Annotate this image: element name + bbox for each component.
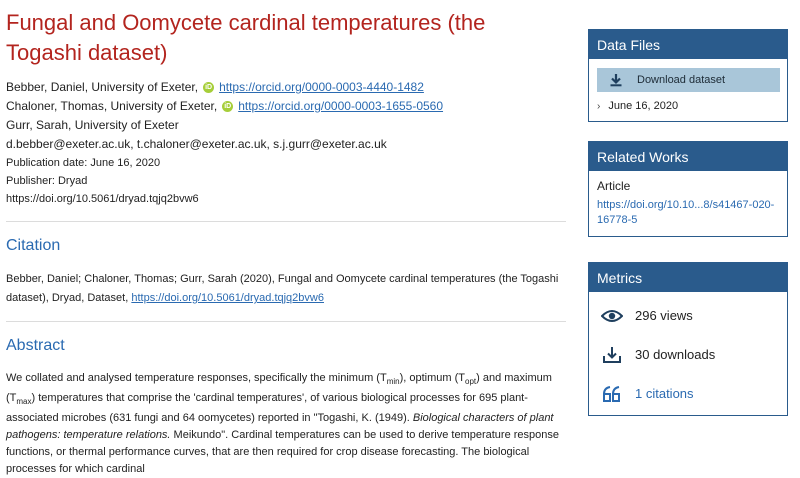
- author-row: Bebber, Daniel, University of Exeter, iD…: [6, 78, 566, 97]
- metrics-panel: Metrics 296 views 30 downloads 1 citatio…: [588, 262, 788, 416]
- orcid-link[interactable]: https://orcid.org/0000-0003-4440-1482: [219, 78, 424, 97]
- author-name: Chaloner, Thomas, University of Exeter,: [6, 99, 218, 113]
- author-name: Gurr, Sarah, University of Exeter: [6, 118, 179, 132]
- related-works-panel: Related Works Article https://doi.org/10…: [588, 141, 788, 237]
- download-icon: [610, 74, 622, 87]
- publication-date: Publication date: June 16, 2020: [6, 157, 161, 169]
- citation-text: Bebber, Daniel; Chaloner, Thomas; Gurr, …: [6, 270, 566, 308]
- author-row: Gurr, Sarah, University of Exeter: [6, 116, 566, 135]
- downloads-count: 30 downloads: [635, 347, 716, 362]
- chevron-right-icon: ›: [597, 100, 601, 112]
- data-files-panel: Data Files Download dataset › June 16, 2…: [588, 29, 788, 122]
- orcid-icon: iD: [203, 82, 215, 93]
- download-dataset-button[interactable]: Download dataset: [597, 68, 780, 92]
- views-metric: 296 views: [589, 296, 787, 335]
- citation-doi-link[interactable]: https://doi.org/10.5061/dryad.tqjq2bvw6: [131, 292, 324, 304]
- views-count: 296 views: [635, 308, 693, 323]
- dataset-doi: https://doi.org/10.5061/dryad.tqjq2bvw6: [6, 193, 199, 205]
- author-name: Bebber, Daniel, University of Exeter,: [6, 80, 199, 94]
- version-date: June 16, 2020: [608, 100, 679, 112]
- downloads-metric: 30 downloads: [589, 335, 787, 374]
- divider: [6, 221, 566, 222]
- author-emails: d.bebber@exeter.ac.uk, t.chaloner@exeter…: [6, 137, 387, 151]
- download-tray-icon: [601, 346, 623, 364]
- author-row: Chaloner, Thomas, University of Exeter, …: [6, 97, 566, 116]
- data-files-heading: Data Files: [589, 30, 787, 59]
- abstract-text: We collated and analysed temperature res…: [6, 372, 560, 476]
- page-title: Fungal and Oomycete cardinal temperature…: [6, 10, 486, 65]
- main-content: Fungal and Oomycete cardinal temperature…: [6, 0, 566, 478]
- related-works-heading: Related Works: [589, 142, 787, 171]
- orcid-link[interactable]: https://orcid.org/0000-0003-1655-0560: [238, 97, 443, 116]
- abstract-heading: Abstract: [6, 337, 65, 354]
- author-list: Bebber, Daniel, University of Exeter, iD…: [6, 78, 566, 154]
- publisher: Publisher: Dryad: [6, 175, 88, 187]
- version-row[interactable]: › June 16, 2020: [589, 92, 787, 121]
- download-label: Download dataset: [637, 74, 726, 86]
- citations-link[interactable]: 1 citations: [635, 386, 694, 401]
- eye-icon: [601, 309, 623, 323]
- citations-metric[interactable]: 1 citations: [589, 374, 787, 413]
- orcid-icon: iD: [222, 101, 234, 112]
- divider: [6, 321, 566, 322]
- related-article-label: Article: [597, 179, 631, 193]
- citation-heading: Citation: [6, 237, 61, 254]
- quote-icon: [601, 385, 623, 402]
- related-article-link[interactable]: https://doi.org/10.10...8/s41467-020-167…: [597, 199, 774, 226]
- metrics-heading: Metrics: [589, 263, 787, 292]
